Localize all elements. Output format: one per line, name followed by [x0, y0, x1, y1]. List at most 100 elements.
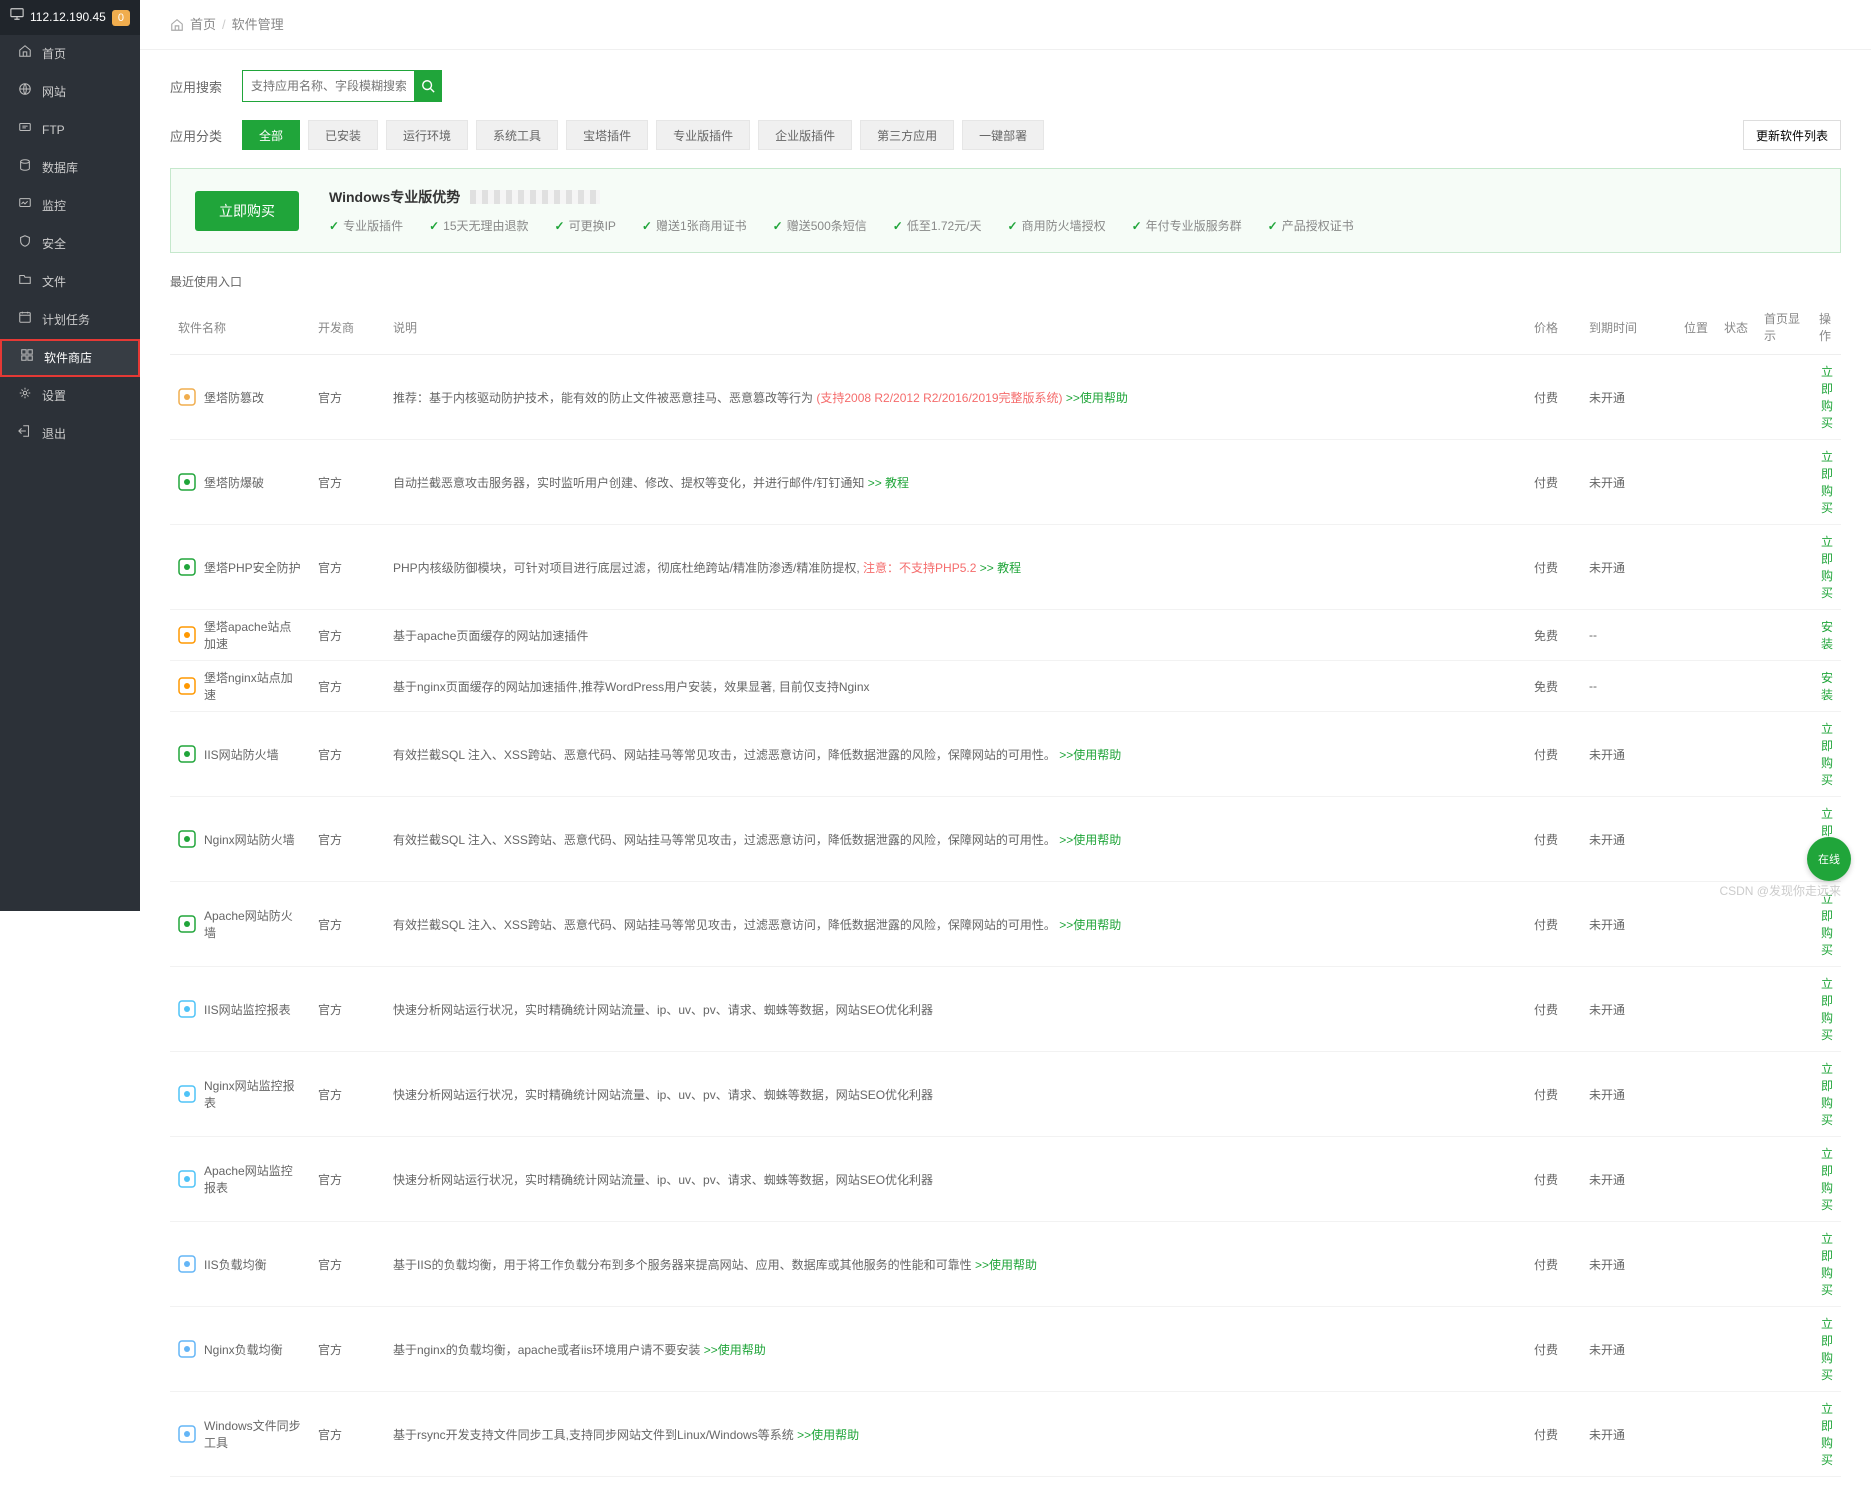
software-name[interactable]: 堡塔nginx站点加速 [204, 669, 302, 703]
software-icon [178, 1255, 196, 1273]
watermark: CSDN @发现你走远来 [1719, 882, 1841, 899]
online-chat-button[interactable]: 在线 [1807, 837, 1851, 881]
developer: 官方 [310, 1392, 385, 1477]
filter-tab-2[interactable]: 运行环境 [386, 120, 468, 150]
action-link[interactable]: 立即购买 [1821, 535, 1833, 600]
sidebar-item-logout[interactable]: 退出 [0, 415, 140, 453]
action-link[interactable]: 安装 [1821, 620, 1833, 651]
censored-content [470, 190, 600, 204]
promo-feature: ✓商用防火墙授权 [1008, 217, 1106, 234]
buy-now-button[interactable]: 立即购买 [195, 191, 299, 231]
software-name[interactable]: Windows文件同步工具 [204, 1417, 302, 1451]
status [1716, 967, 1756, 1052]
software-icon [178, 1425, 196, 1443]
help-link[interactable]: >> 教程 [868, 476, 909, 490]
expiry: 未开通 [1581, 1307, 1676, 1392]
promo-feature: ✓赠送1张商用证书 [642, 217, 747, 234]
alert-badge[interactable]: 0 [112, 10, 130, 26]
update-list-button[interactable]: 更新软件列表 [1743, 120, 1841, 150]
help-link[interactable]: >>使用帮助 [704, 1343, 766, 1357]
position [1676, 1222, 1716, 1307]
price: 付费 [1526, 1392, 1581, 1477]
sidebar-item-home[interactable]: 首页 [0, 35, 140, 73]
help-link[interactable]: >>使用帮助 [1059, 918, 1121, 932]
home-show [1756, 525, 1811, 610]
help-link[interactable]: >>使用帮助 [797, 1428, 859, 1442]
table-row: Apache网站监控报表官方快速分析网站运行状况，实时精确统计网站流量、ip、u… [170, 1137, 1841, 1222]
software-name[interactable]: Nginx网站监控报表 [204, 1077, 302, 1111]
sidebar-item-label: 数据库 [42, 149, 78, 187]
help-link[interactable]: >>使用帮助 [975, 1258, 1037, 1272]
action-link[interactable]: 立即购买 [1821, 977, 1833, 1042]
col-price: 价格 [1526, 300, 1581, 355]
action-link[interactable]: 立即购买 [1821, 1147, 1833, 1212]
price: 付费 [1526, 525, 1581, 610]
sidebar-item-security[interactable]: 安全 [0, 225, 140, 263]
filter-tab-3[interactable]: 系统工具 [476, 120, 558, 150]
sidebar-item-cron[interactable]: 计划任务 [0, 301, 140, 339]
help-link[interactable]: >>使用帮助 [1059, 833, 1121, 847]
action-link[interactable]: 立即购买 [1821, 365, 1833, 430]
sidebar-item-settings[interactable]: 设置 [0, 377, 140, 415]
action-link[interactable]: 立即购买 [1821, 1232, 1833, 1297]
sidebar-item-ftp[interactable]: FTP [0, 111, 140, 149]
action-link[interactable]: 立即购买 [1821, 722, 1833, 787]
sidebar-item-label: 文件 [42, 263, 66, 301]
search-input[interactable] [243, 71, 414, 101]
software-name[interactable]: IIS网站监控报表 [204, 1001, 291, 1018]
software-name[interactable]: Apache网站监控报表 [204, 1162, 302, 1196]
sidebar-item-label: 安全 [42, 225, 66, 263]
description: 基于nginx的负载均衡，apache或者iis环境用户请不要安装 >>使用帮助 [385, 1307, 1526, 1392]
action-link[interactable]: 立即购买 [1821, 1317, 1833, 1382]
software-name[interactable]: 堡塔防爆破 [204, 474, 264, 491]
software-name[interactable]: Apache网站防火墙 [204, 907, 302, 941]
filter-tab-5[interactable]: 专业版插件 [656, 120, 750, 150]
filter-tab-6[interactable]: 企业版插件 [758, 120, 852, 150]
sidebar-item-monitor[interactable]: 监控 [0, 187, 140, 225]
promo-title: Windows专业版优势 [329, 187, 460, 207]
price: 免费 [1526, 610, 1581, 661]
table-row: 堡塔防篡改官方推荐：基于内核驱动防护技术，能有效的防止文件被恶意挂马、恶意篡改等… [170, 355, 1841, 440]
description: 快速分析网站运行状况，实时精确统计网站流量、ip、uv、pv、请求、蜘蛛等数据，… [385, 967, 1526, 1052]
action-link[interactable]: 立即购买 [1821, 892, 1833, 957]
software-name[interactable]: IIS负载均衡 [204, 1256, 267, 1273]
software-name[interactable]: 堡塔PHP安全防护 [204, 559, 301, 576]
software-icon [178, 558, 196, 576]
filter-tab-7[interactable]: 第三方应用 [860, 120, 954, 150]
filter-tab-0[interactable]: 全部 [242, 120, 300, 150]
recent-label: 最近使用入口 [170, 273, 1841, 290]
filter-tab-8[interactable]: 一键部署 [962, 120, 1044, 150]
home-show [1756, 967, 1811, 1052]
home-show [1756, 1222, 1811, 1307]
filter-tab-1[interactable]: 已安装 [308, 120, 378, 150]
search-label: 应用搜索 [170, 77, 230, 96]
software-name[interactable]: IIS网站防火墙 [204, 746, 279, 763]
software-name[interactable]: Nginx网站防火墙 [204, 831, 295, 848]
action-link[interactable]: 立即购买 [1821, 1402, 1833, 1467]
sidebar-item-files[interactable]: 文件 [0, 263, 140, 301]
position [1676, 610, 1716, 661]
help-link[interactable]: >> 教程 [980, 561, 1021, 575]
action-link[interactable]: 立即购买 [1821, 1062, 1833, 1127]
sidebar-item-site[interactable]: 网站 [0, 73, 140, 111]
description: 推荐：基于内核驱动防护技术，能有效的防止文件被恶意挂马、恶意篡改等行为 (支持2… [385, 355, 1526, 440]
price: 付费 [1526, 967, 1581, 1052]
help-link[interactable]: >>使用帮助 [1059, 748, 1121, 762]
software-name[interactable]: Nginx负载均衡 [204, 1341, 283, 1358]
status [1716, 355, 1756, 440]
software-name[interactable]: 堡塔防篡改 [204, 389, 264, 406]
sidebar-item-label: FTP [42, 111, 65, 149]
description: 自动拦截恶意攻击服务器，实时监听用户创建、修改、提权等变化，并进行邮件/钉钉通知… [385, 440, 1526, 525]
filter-tab-4[interactable]: 宝塔插件 [566, 120, 648, 150]
help-link[interactable]: >>使用帮助 [1066, 391, 1128, 405]
table-row: Windows文件同步工具官方基于rsync开发支持文件同步工具,支持同步网站文… [170, 1392, 1841, 1477]
table-row: Apache网站防火墙官方有效拦截SQL 注入、XSS跨站、恶意代码、网站挂马等… [170, 882, 1841, 967]
breadcrumb-home[interactable]: 首页 [190, 0, 216, 50]
action-link[interactable]: 安装 [1821, 671, 1833, 702]
logout-icon [18, 415, 32, 453]
software-name[interactable]: 堡塔apache站点加速 [204, 618, 302, 652]
sidebar-item-store[interactable]: 软件商店 [0, 339, 140, 377]
sidebar-item-db[interactable]: 数据库 [0, 149, 140, 187]
action-link[interactable]: 立即购买 [1821, 450, 1833, 515]
search-button[interactable] [414, 71, 441, 101]
